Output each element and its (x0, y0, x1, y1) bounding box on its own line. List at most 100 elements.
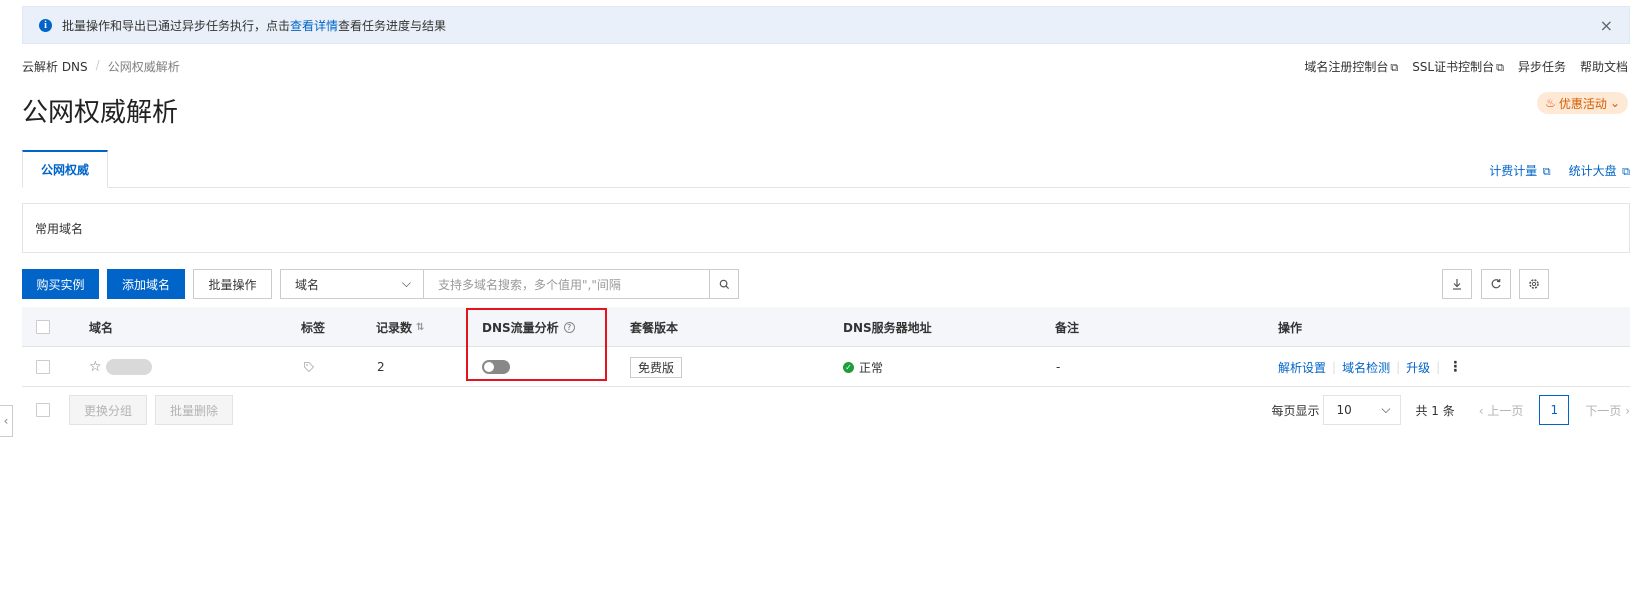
search-input[interactable]: 支持多域名搜索，多个值用","间隔 (423, 269, 710, 299)
help-icon[interactable]: ? (563, 321, 575, 333)
external-link-icon: ⧉ (1618, 165, 1630, 178)
external-link-icon: ⧉ (1496, 61, 1504, 74)
server-status: 正常 (859, 360, 884, 375)
external-link-icon: ⧉ (1390, 61, 1399, 74)
ops-cell: 解析设置 | 域名检测 | 升级 | ⋮ (1278, 347, 1462, 387)
external-link-icon: ⧉ (1539, 165, 1551, 178)
row-checkbox[interactable] (36, 360, 50, 374)
notice-text: 批量操作和导出已通过异步任务执行，点击 (62, 18, 291, 33)
footer-select-checkbox[interactable] (36, 403, 50, 417)
billing-label: 计费计量 (1489, 164, 1538, 178)
remark-cell: - (1056, 360, 1061, 374)
header-dns-analysis: DNS流量分析 (482, 320, 559, 335)
header-records: 记录数 (376, 320, 413, 335)
domain-name-redacted[interactable] (105, 359, 152, 375)
batch-operation-button[interactable]: 批量操作 (193, 269, 272, 299)
chevron-down-icon: ⌵ (401, 276, 411, 290)
settings-button[interactable] (1519, 269, 1549, 299)
async-tasks-link[interactable]: 异步任务 (1518, 58, 1566, 75)
records-count[interactable]: 2 (377, 347, 385, 387)
common-domains-panel: 常用域名 (22, 203, 1630, 253)
header-ops: 操作 (1278, 320, 1303, 335)
more-icon[interactable]: ⋮ (1448, 359, 1462, 375)
top-links: 域名注册控制台 ⧉ SSL证书控制台 ⧉ 异步任务 帮助文档 (1304, 58, 1628, 75)
change-group-button[interactable]: 更换分组 (69, 395, 147, 425)
per-page-select[interactable]: 10 ⌵ (1323, 395, 1402, 425)
header-server: DNS服务器地址 (843, 320, 932, 335)
stats-dashboard-link[interactable]: 统计大盘 ⧉ (1569, 162, 1630, 179)
divider: | (1332, 360, 1337, 374)
stats-dashboard-label: 统计大盘 (1568, 164, 1617, 178)
search-button[interactable] (709, 269, 739, 299)
table-row: ☆ 2 免费版 ✓ 正常 - 解析设置 | 域名检测 | 升级 | ⋮ (22, 347, 1630, 387)
page-title: 公网权威解析 (22, 98, 179, 128)
billing-link[interactable]: 计费计量 ⧉ (1489, 162, 1550, 179)
divider: | (1396, 360, 1401, 374)
select-all-checkbox-cell (36, 307, 50, 347)
per-page-label: 每页显示 (1271, 403, 1320, 418)
star-icon[interactable]: ☆ (89, 359, 102, 375)
breadcrumb-item-dns[interactable]: 云解析 DNS (22, 58, 88, 75)
header-remark: 备注 (1055, 320, 1080, 335)
domain-table: 域名 标签 记录数 ⇅ DNS流量分析 ? 套餐版本 DNS服务器地址 备注 操… (22, 307, 1630, 387)
refresh-icon (1491, 278, 1501, 289)
info-icon: i (39, 18, 52, 32)
domain-cell: ☆ (89, 347, 152, 387)
prev-page-label: 上一页 (1487, 403, 1524, 418)
divider: | (1436, 360, 1441, 374)
breadcrumb: 云解析 DNS / 公网权威解析 (22, 58, 180, 75)
download-icon (1453, 279, 1461, 290)
buy-instance-button[interactable]: 购买实例 (22, 269, 99, 299)
breadcrumb-separator: / (95, 58, 100, 72)
total-count: 共 1 条 (1415, 403, 1455, 418)
footer-checkbox-cell (36, 395, 50, 425)
plan-badge: 免费版 (630, 356, 683, 378)
notice-suffix: 查看任务进度与结果 (338, 18, 447, 33)
next-page-button[interactable]: 下一页 › (1585, 402, 1630, 419)
fire-icon: ♨ (1545, 96, 1556, 110)
server-status-cell: ✓ 正常 (843, 347, 883, 387)
search-field-value: 域名 (295, 277, 320, 292)
common-domains-label: 常用域名 (35, 221, 84, 236)
resolve-settings-link[interactable]: 解析设置 (1278, 359, 1326, 376)
select-all-checkbox[interactable] (36, 320, 50, 334)
dns-analysis-cell (482, 347, 510, 387)
page-number-current[interactable]: 1 (1539, 395, 1570, 425)
close-icon[interactable]: × (1600, 16, 1613, 35)
ssl-console-link[interactable]: SSL证书控制台 ⧉ (1412, 58, 1504, 75)
upgrade-link[interactable]: 升级 (1406, 359, 1430, 376)
refresh-button[interactable] (1481, 269, 1511, 299)
prev-page-button[interactable]: ‹ 上一页 (1479, 402, 1524, 419)
dns-analysis-toggle[interactable] (482, 360, 510, 374)
help-docs-link[interactable]: 帮助文档 (1580, 58, 1628, 75)
domain-check-link[interactable]: 域名检测 (1342, 359, 1390, 376)
batch-delete-button[interactable]: 批量删除 (155, 395, 233, 425)
next-page-label: 下一页 (1585, 403, 1622, 418)
tab-public-authority[interactable]: 公网权威 (22, 150, 108, 188)
promo-button[interactable]: ♨ 优惠活动 ⌄ (1537, 92, 1628, 114)
toolbar: 购买实例 添加域名 批量操作 域名 ⌵ 支持多域名搜索，多个值用","间隔 (22, 269, 1630, 299)
search-field-select[interactable]: 域名 ⌵ (280, 269, 424, 299)
toggle-knob (484, 362, 494, 372)
chevron-left-icon: ‹ (3, 414, 9, 428)
add-domain-button[interactable]: 添加域名 (107, 269, 185, 299)
domain-console-link[interactable]: 域名注册控制台 ⧉ (1304, 58, 1398, 75)
check-circle-icon: ✓ (843, 361, 854, 373)
breadcrumb-item-current: 公网权威解析 (107, 60, 180, 74)
table-footer: 更换分组 批量删除 每页显示 10 ⌵ 共 1 条 ‹ 上一页 1 下一页 › (22, 395, 1630, 425)
download-button[interactable] (1442, 269, 1472, 299)
tab-right-links: 计费计量 ⧉ 统计大盘 ⧉ (1489, 162, 1630, 179)
gear-icon (1529, 279, 1539, 289)
ssl-console-label: SSL证书控制台 (1412, 60, 1495, 74)
sort-icon[interactable]: ⇅ (416, 322, 424, 333)
header-domain: 域名 (89, 320, 114, 335)
tag-icon[interactable] (303, 361, 315, 373)
tab-bar: 公网权威 计费计量 ⧉ 统计大盘 ⧉ (22, 150, 1630, 188)
notice-detail-link[interactable]: 查看详情 (290, 17, 338, 34)
header-records-cell: 记录数 ⇅ (376, 307, 424, 347)
header-plan: 套餐版本 (630, 320, 679, 335)
sidebar-collapse-handle[interactable]: ‹ (0, 405, 13, 437)
header-dns-analysis-cell: DNS流量分析 ? (482, 307, 575, 347)
promo-label: 优惠活动 (1558, 96, 1607, 111)
header-tag: 标签 (301, 320, 326, 335)
